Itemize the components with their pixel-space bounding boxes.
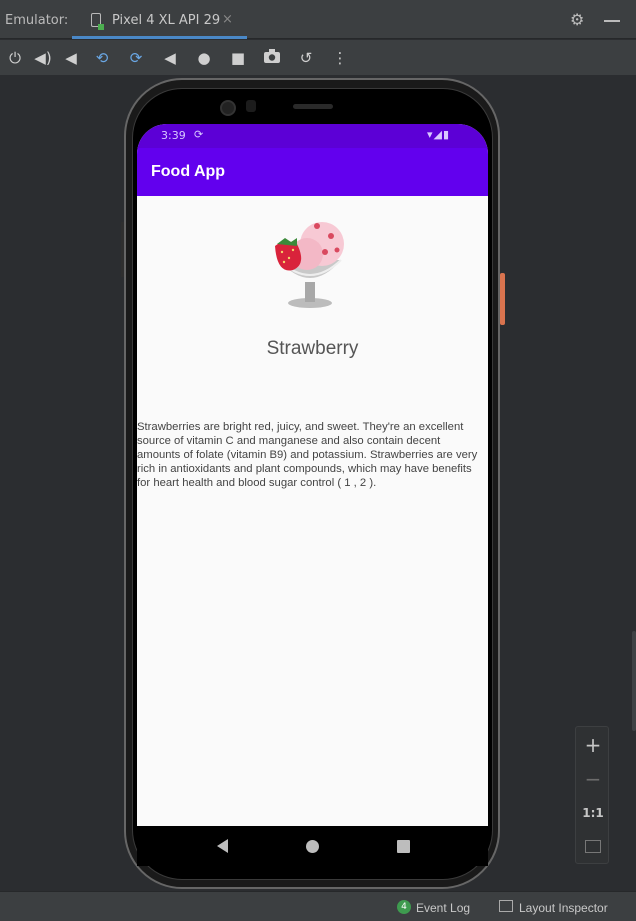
sensor [246,100,256,112]
overview-icon[interactable]: ■ [228,48,248,68]
zoom-out-button[interactable]: − [576,763,610,795]
zoom-in-button[interactable]: + [576,729,610,761]
scrollbar-thumb[interactable] [632,631,636,731]
power-button [500,273,505,325]
tab-title: Pixel 4 XL API 29 [112,13,221,28]
front-camera [220,100,236,116]
status-icons: ▾◢▮ [427,128,451,141]
emulator-label: Emulator: [5,13,69,28]
emulator-window: Emulator: Pixel 4 XL API 29 × ⚙ ⏻ ◀) ◀ ⟲… [0,0,636,921]
layout-inspector-button[interactable]: Layout Inspector [519,901,608,915]
rotate-right-icon[interactable]: ⟳ [126,48,146,68]
nav-recents-icon[interactable] [397,840,410,853]
zoom-controls: + − 1:1 [575,726,609,864]
tab-pixel-4-xl[interactable]: Pixel 4 XL API 29 × [72,4,247,39]
ide-status-bar: 4 Event Log Layout Inspector [0,891,636,921]
minimize-icon[interactable] [604,20,620,22]
status-time: 3:39 [161,129,186,142]
event-log-badge[interactable]: 4 [397,900,411,914]
emulator-tab-bar: Emulator: Pixel 4 XL API 29 × ⚙ [0,0,636,39]
nav-back-icon[interactable] [217,839,228,853]
android-status-bar: 3:39 ⟳ ▾◢▮ [137,124,488,148]
scrollbar[interactable] [631,76,636,891]
snapshot-icon[interactable]: ↺ [296,48,316,68]
emulator-toolbar: ⏻ ◀) ◀ ⟲ ⟳ ◀ ● ■ ↺ ⋮ [0,40,636,76]
app-title: Food App [151,163,226,180]
back-icon[interactable]: ◀ [160,48,180,68]
power-icon[interactable]: ⏻ [5,48,25,68]
app-bar: Food App [137,148,488,196]
volume-down-icon[interactable]: ◀ [61,48,81,68]
sync-icon: ⟳ [194,128,204,141]
rotate-left-icon[interactable]: ⟲ [92,48,112,68]
nav-home-icon[interactable] [306,840,319,853]
food-description: Strawberries are bright red, juicy, and … [137,421,478,489]
more-icon[interactable]: ⋮ [330,48,350,68]
gear-icon[interactable]: ⚙ [570,12,586,28]
food-name: Strawberry [266,338,359,359]
camera-icon[interactable] [262,48,282,68]
close-icon[interactable]: × [222,12,233,27]
active-tab-indicator [72,36,247,39]
layout-inspector-icon[interactable] [499,900,513,912]
android-nav-bar [137,826,488,866]
zoom-fit-icon[interactable] [585,840,601,853]
event-log-button[interactable]: Event Log [416,901,470,915]
volume-up-icon[interactable]: ◀) [33,48,53,68]
zoom-actual-size-button[interactable]: 1:1 [576,797,610,829]
strawberry-ice-cream-icon [267,216,357,312]
device-icon [91,13,104,30]
device-screen[interactable]: 3:39 ⟳ ▾◢▮ Food App Strawberry Strawberr… [137,124,488,826]
home-icon[interactable]: ● [194,48,214,68]
earpiece-speaker [293,104,333,109]
